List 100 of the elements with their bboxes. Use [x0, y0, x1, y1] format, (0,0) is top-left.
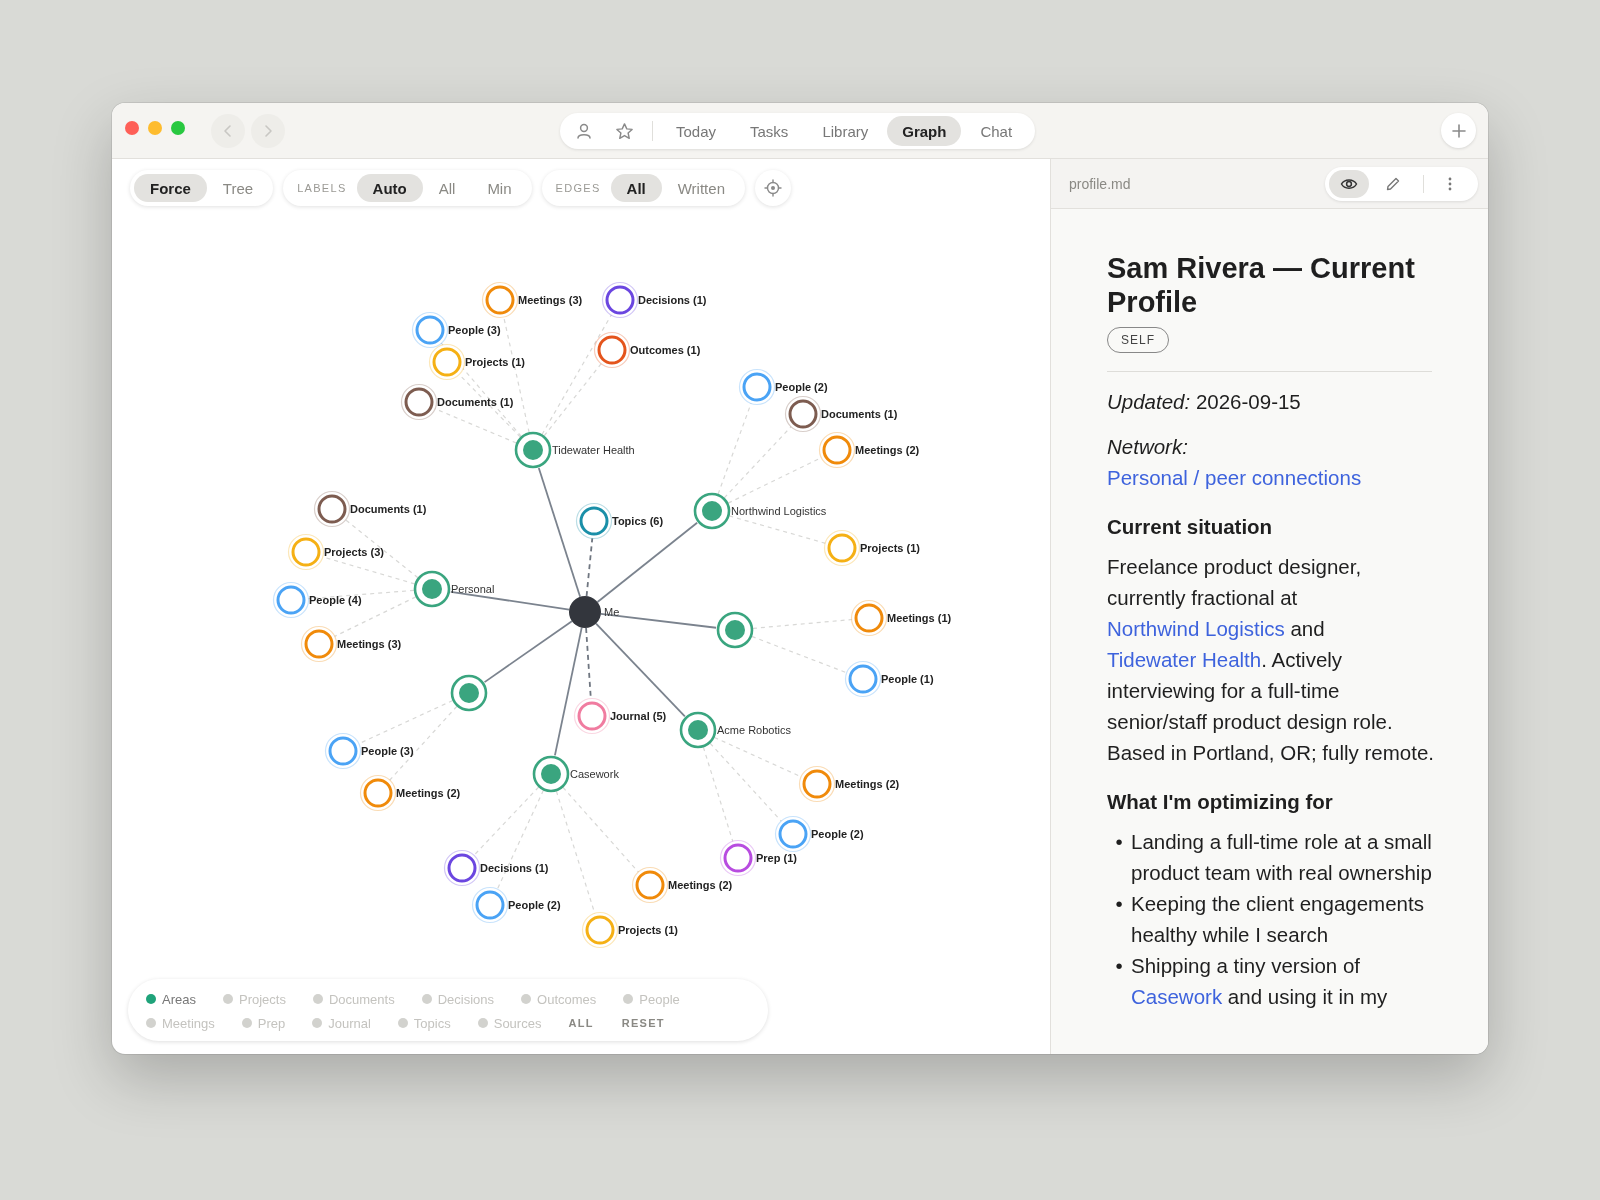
- labels-caption: LABELS: [296, 182, 348, 194]
- area-node[interactable]: [514, 431, 552, 469]
- node-label: Northwind Logistics: [731, 505, 827, 517]
- graph-node[interactable]: [443, 849, 481, 887]
- node-label: Meetings (2): [835, 778, 900, 790]
- node-label: Prep (1): [756, 852, 797, 864]
- labels-option[interactable]: All: [422, 174, 472, 202]
- nav-tab[interactable]: Chat: [965, 116, 1028, 146]
- legend-dot: [477, 1018, 488, 1028]
- area-node[interactable]: [693, 492, 731, 530]
- paragraph: Updated: 2026-09-15: [1107, 389, 1302, 415]
- graph-node[interactable]: [818, 431, 856, 469]
- list-item: Shipping a tiny version of Casework and using it in my: [1131, 953, 1389, 1010]
- crosshair-icon: [763, 179, 782, 197]
- node-label: People (2): [508, 899, 561, 911]
- close-button[interactable]: [125, 120, 139, 135]
- graph-node[interactable]: [324, 732, 362, 770]
- node-label: Topics (6): [612, 515, 664, 527]
- graph-node[interactable]: [631, 866, 669, 904]
- node-label: People (3): [448, 324, 501, 336]
- graph-node[interactable]: [601, 281, 639, 319]
- file-name: profile.md: [1069, 175, 1131, 192]
- nav-tab[interactable]: Tasks: [735, 116, 804, 146]
- node-label: People (2): [775, 381, 828, 393]
- legend-dot: [623, 994, 634, 1004]
- graph-node[interactable]: [798, 765, 836, 803]
- node-label: Casework: [570, 768, 619, 780]
- edges-option[interactable]: Written: [661, 174, 741, 202]
- nav-tab[interactable]: Today: [661, 116, 732, 146]
- graph-node[interactable]: [593, 331, 631, 369]
- graph-node[interactable]: [300, 625, 338, 663]
- area-node[interactable]: [532, 755, 570, 793]
- link[interactable]: Tidewater Health: [1107, 648, 1262, 671]
- graph-node[interactable]: [738, 368, 776, 406]
- link[interactable]: Personal / peer connections: [1107, 466, 1362, 489]
- edges-option[interactable]: All: [610, 174, 662, 202]
- graph-node[interactable]: [823, 529, 861, 567]
- layout-option[interactable]: Force: [134, 174, 207, 202]
- graph-node[interactable]: [774, 815, 812, 853]
- legend-dot: [421, 994, 432, 1004]
- minimize-button[interactable]: [148, 120, 162, 135]
- graph-edge: [585, 537, 594, 597]
- list-item: Landing a full-time role at a small product team with real ownership: [1131, 829, 1433, 886]
- graph-node[interactable]: [359, 774, 397, 812]
- graph-node[interactable]: [481, 281, 519, 319]
- legend-dot: [312, 1018, 323, 1028]
- legend-item[interactable]: Areas: [146, 991, 196, 1007]
- bullet: •: [1114, 829, 1124, 855]
- graph-node[interactable]: [272, 581, 310, 619]
- section-heading: What I'm optimizing for: [1107, 790, 1334, 814]
- paragraph: Freelance product designer, currently fractional at Northwind Logistics and Tidewater Health. Actively interviewing for a full-time senior/staff product design role. Based in Portland, OR; fully remote.: [1107, 554, 1435, 766]
- graph-node[interactable]: [719, 839, 757, 877]
- legend-dot: [397, 1018, 408, 1028]
- node-label: Tidewater Health: [552, 444, 635, 456]
- area-node[interactable]: [450, 674, 488, 712]
- node-label: People (1): [881, 673, 934, 685]
- graph-node[interactable]: [428, 343, 466, 381]
- center-node[interactable]: [569, 596, 601, 628]
- node-label: Documents (1): [437, 396, 514, 408]
- node-label: Decisions (1): [638, 294, 707, 306]
- bullet: •: [1114, 953, 1124, 979]
- node-label: Outcomes (1): [630, 344, 701, 356]
- graph-node[interactable]: [411, 311, 449, 349]
- nav-tab[interactable]: Graph: [887, 116, 962, 146]
- area-node[interactable]: [679, 711, 717, 749]
- graph-node[interactable]: [850, 599, 888, 637]
- node-label: Projects (1): [860, 542, 920, 554]
- zoom-button[interactable]: [171, 120, 185, 135]
- graph-node[interactable]: [575, 502, 613, 540]
- graph-node[interactable]: [471, 886, 509, 924]
- recenter-button[interactable]: [754, 170, 791, 206]
- labels-option[interactable]: Auto: [356, 174, 423, 202]
- legend-dot: [521, 994, 532, 1004]
- node-label: Meetings (2): [396, 787, 461, 799]
- area-node[interactable]: [413, 570, 451, 608]
- layout-option[interactable]: Tree: [206, 174, 270, 202]
- node-label: Projects (3): [324, 546, 384, 558]
- nav-tab[interactable]: Library: [807, 116, 884, 146]
- node-label: People (3): [361, 745, 414, 757]
- graph-node[interactable]: [313, 490, 351, 528]
- link[interactable]: Northwind Logistics: [1107, 617, 1285, 640]
- legend-action-button[interactable]: RESET: [621, 1017, 665, 1029]
- graph-node[interactable]: [400, 383, 438, 421]
- eye-icon: [1340, 176, 1358, 191]
- chevron-right-icon: [263, 123, 273, 138]
- node-label: Meetings (3): [337, 638, 402, 650]
- view-mode-button[interactable]: [1329, 169, 1369, 198]
- node-label: Acme Robotics: [717, 724, 791, 736]
- legend-action-button[interactable]: ALL: [568, 1017, 594, 1029]
- node-label: People (4): [309, 594, 362, 606]
- add-button[interactable]: [1441, 113, 1476, 148]
- graph-node[interactable]: [844, 660, 882, 698]
- graph-node[interactable]: [581, 911, 619, 949]
- graph-node[interactable]: [573, 697, 611, 735]
- node-label: Decisions (1): [480, 862, 549, 874]
- graph-node[interactable]: [287, 533, 325, 571]
- graph-node[interactable]: [784, 395, 822, 433]
- labels-option[interactable]: Min: [471, 174, 528, 202]
- link[interactable]: Casework: [1131, 985, 1223, 1008]
- area-node[interactable]: [716, 611, 754, 649]
